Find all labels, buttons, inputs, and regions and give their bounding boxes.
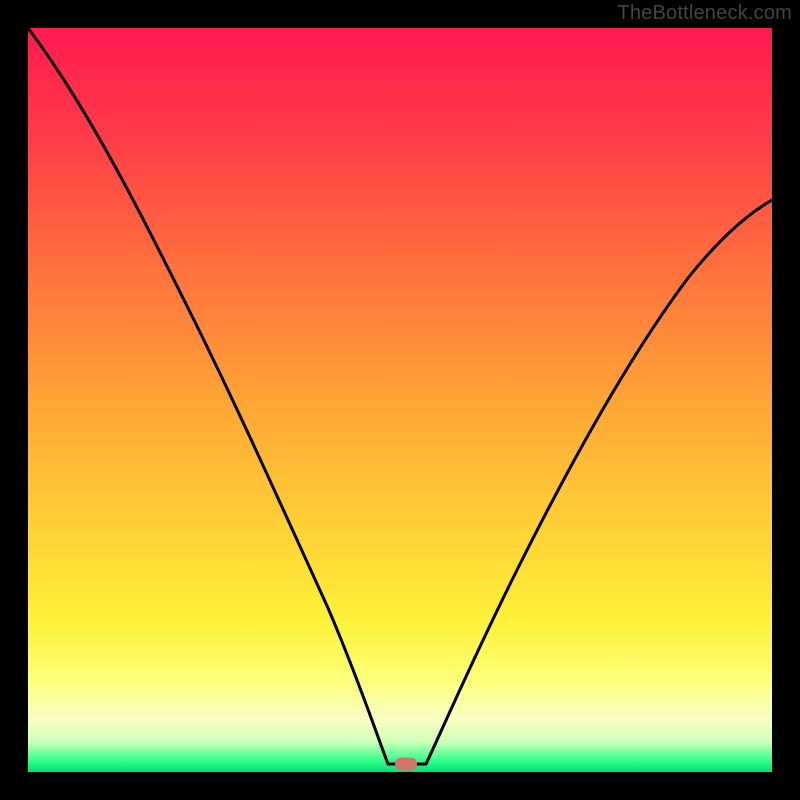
curve-path [28,28,772,764]
valley-marker [395,758,417,771]
chart-area [28,28,772,772]
bottleneck-curve [28,28,772,772]
watermark-text: TheBottleneck.com [617,2,792,25]
